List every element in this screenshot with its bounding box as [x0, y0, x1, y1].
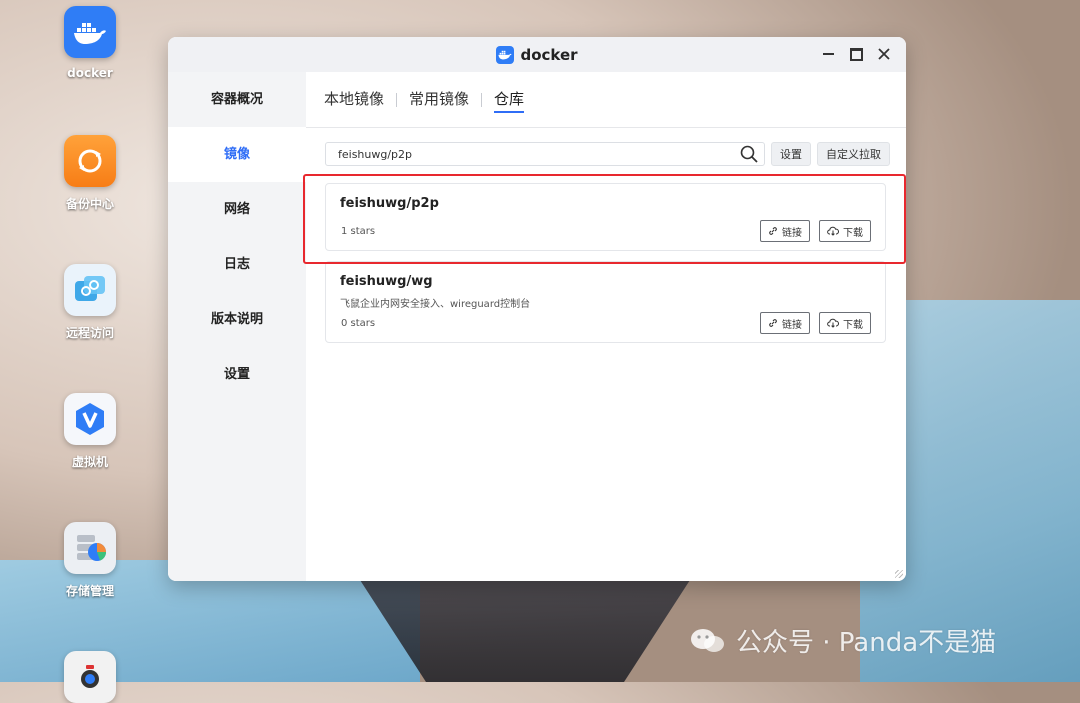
main-panel: 本地镜像 常用镜像 仓库 feishuwg/p2p 设置 自定义拉取 feish… — [306, 72, 906, 581]
desktop-icon-label: 备份中心 — [65, 197, 114, 211]
tab-local-images[interactable]: 本地镜像 — [324, 72, 396, 127]
sidebar-item-logs[interactable]: 日志 — [168, 237, 306, 292]
sidebar-item-release-notes[interactable]: 版本说明 — [168, 292, 306, 347]
desktop-icon-label: docker — [67, 66, 113, 80]
desktop-icon-label: 虚拟机 — [71, 455, 108, 469]
image-description: 飞鼠企业内网安全接入、wireguard控制台 — [340, 299, 531, 310]
watermark: 公众号 · Panda不是猫 — [690, 622, 996, 659]
camera-icon — [64, 651, 116, 703]
desktop-icon-label: 远程访问 — [65, 326, 114, 340]
search-input-value: feishuwg/p2p — [338, 147, 413, 161]
tab-repository[interactable]: 仓库 — [482, 72, 536, 127]
window-titlebar[interactable]: docker — [168, 37, 906, 72]
search-input[interactable]: feishuwg/p2p — [325, 142, 765, 166]
tab-common-images[interactable]: 常用镜像 — [397, 72, 481, 127]
wechat-icon — [690, 626, 726, 656]
custom-pull-button[interactable]: 自定义拉取 — [817, 142, 890, 166]
sidebar-item-images[interactable]: 镜像 — [168, 127, 306, 182]
docker-icon — [496, 45, 515, 64]
close-button[interactable] — [876, 45, 892, 63]
image-name: feishuwg/wg — [340, 274, 433, 289]
image-stars: 0 stars — [341, 318, 376, 329]
minimize-button[interactable] — [820, 45, 836, 63]
result-card[interactable]: feishuwg/wg 飞鼠企业内网安全接入、wireguard控制台 0 st… — [325, 261, 886, 343]
download-button[interactable]: 下载 — [819, 312, 871, 334]
annotation-highlight-box — [303, 174, 906, 264]
desktop-icons: docker 备份中心 远程访问 虚拟机 存储管理 — [0, 0, 180, 703]
desktop-icon-vm[interactable]: 虚拟机 — [40, 393, 140, 470]
search-row: feishuwg/p2p 设置 自定义拉取 — [325, 142, 890, 166]
sidebar-item-settings[interactable]: 设置 — [168, 347, 306, 402]
virtual-machine-icon — [64, 393, 116, 445]
desktop-icon-remote[interactable]: 远程访问 — [40, 264, 140, 341]
search-icon[interactable] — [734, 143, 764, 165]
link-button[interactable]: 链接 — [760, 312, 810, 334]
window-title: docker — [520, 45, 578, 64]
link-icon — [769, 319, 777, 327]
sidebar-item-overview[interactable]: 容器概况 — [168, 72, 306, 127]
remote-access-icon — [64, 264, 116, 316]
tab-bar: 本地镜像 常用镜像 仓库 — [306, 72, 906, 128]
close-icon — [878, 48, 890, 60]
sync-icon — [64, 135, 116, 187]
resize-handle[interactable] — [895, 570, 903, 578]
desktop-icon-storage[interactable]: 存储管理 — [40, 522, 140, 599]
desktop-icon-backup[interactable]: 备份中心 — [40, 135, 140, 212]
sidebar-item-network[interactable]: 网络 — [168, 182, 306, 237]
desktop-icon-label: 存储管理 — [65, 584, 114, 598]
storage-icon — [64, 522, 116, 574]
cloud-download-icon — [827, 318, 839, 328]
watermark-text: 公众号 · Panda不是猫 — [736, 628, 997, 658]
sidebar: 容器概况 镜像 网络 日志 版本说明 设置 — [168, 72, 306, 581]
minimize-icon — [822, 53, 834, 55]
link-label: 链接 — [782, 319, 802, 331]
docker-window: docker 容器概况 镜像 网络 日志 版本说明 设置 本地镜像 常用镜像 仓… — [168, 37, 906, 581]
settings-button[interactable]: 设置 — [771, 142, 811, 166]
maximize-button[interactable] — [848, 45, 864, 63]
maximize-icon — [849, 47, 863, 61]
desktop-icon-camera[interactable] — [40, 651, 140, 703]
desktop-icon-docker[interactable]: docker — [40, 6, 140, 80]
docker-icon — [64, 6, 116, 58]
download-label: 下载 — [843, 319, 863, 331]
